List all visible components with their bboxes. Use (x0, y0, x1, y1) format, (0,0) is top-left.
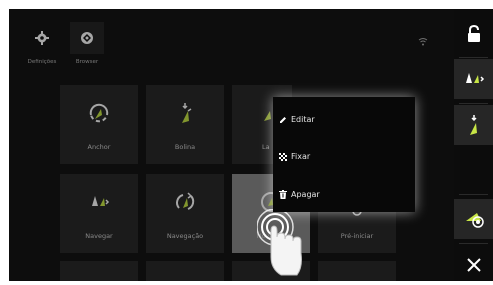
sail-down-icon (469, 115, 477, 135)
touch-gesture-icon (256, 208, 305, 281)
waypoint-icon (465, 213, 484, 228)
close-icon (466, 258, 481, 272)
context-menu: Editar Fixar Apagar (273, 97, 415, 212)
trash-icon (279, 190, 287, 199)
menu-item-edit[interactable]: Editar (279, 115, 315, 124)
lock-button[interactable] (454, 14, 493, 54)
pencil-icon (280, 116, 286, 123)
menu-item-label: Apagar (291, 190, 320, 199)
pin-icon (279, 152, 287, 161)
menu-item-label: Editar (291, 115, 315, 124)
main-screen: Definições Browser Anchor Bolina La Nave… (9, 9, 454, 281)
menu-item-label: Fixar (291, 152, 311, 161)
menu-item-pin[interactable]: Fixar (279, 152, 310, 161)
waypoint-shortcut-button[interactable] (454, 199, 493, 239)
close-button[interactable] (454, 245, 493, 285)
bolina-shortcut-button[interactable] (454, 105, 493, 145)
right-sidebar (454, 9, 493, 281)
menu-item-delete[interactable]: Apagar (279, 190, 320, 199)
navigate-shortcut-button[interactable] (454, 59, 493, 99)
lock-icon (467, 25, 480, 42)
navigate-icon (465, 73, 484, 83)
